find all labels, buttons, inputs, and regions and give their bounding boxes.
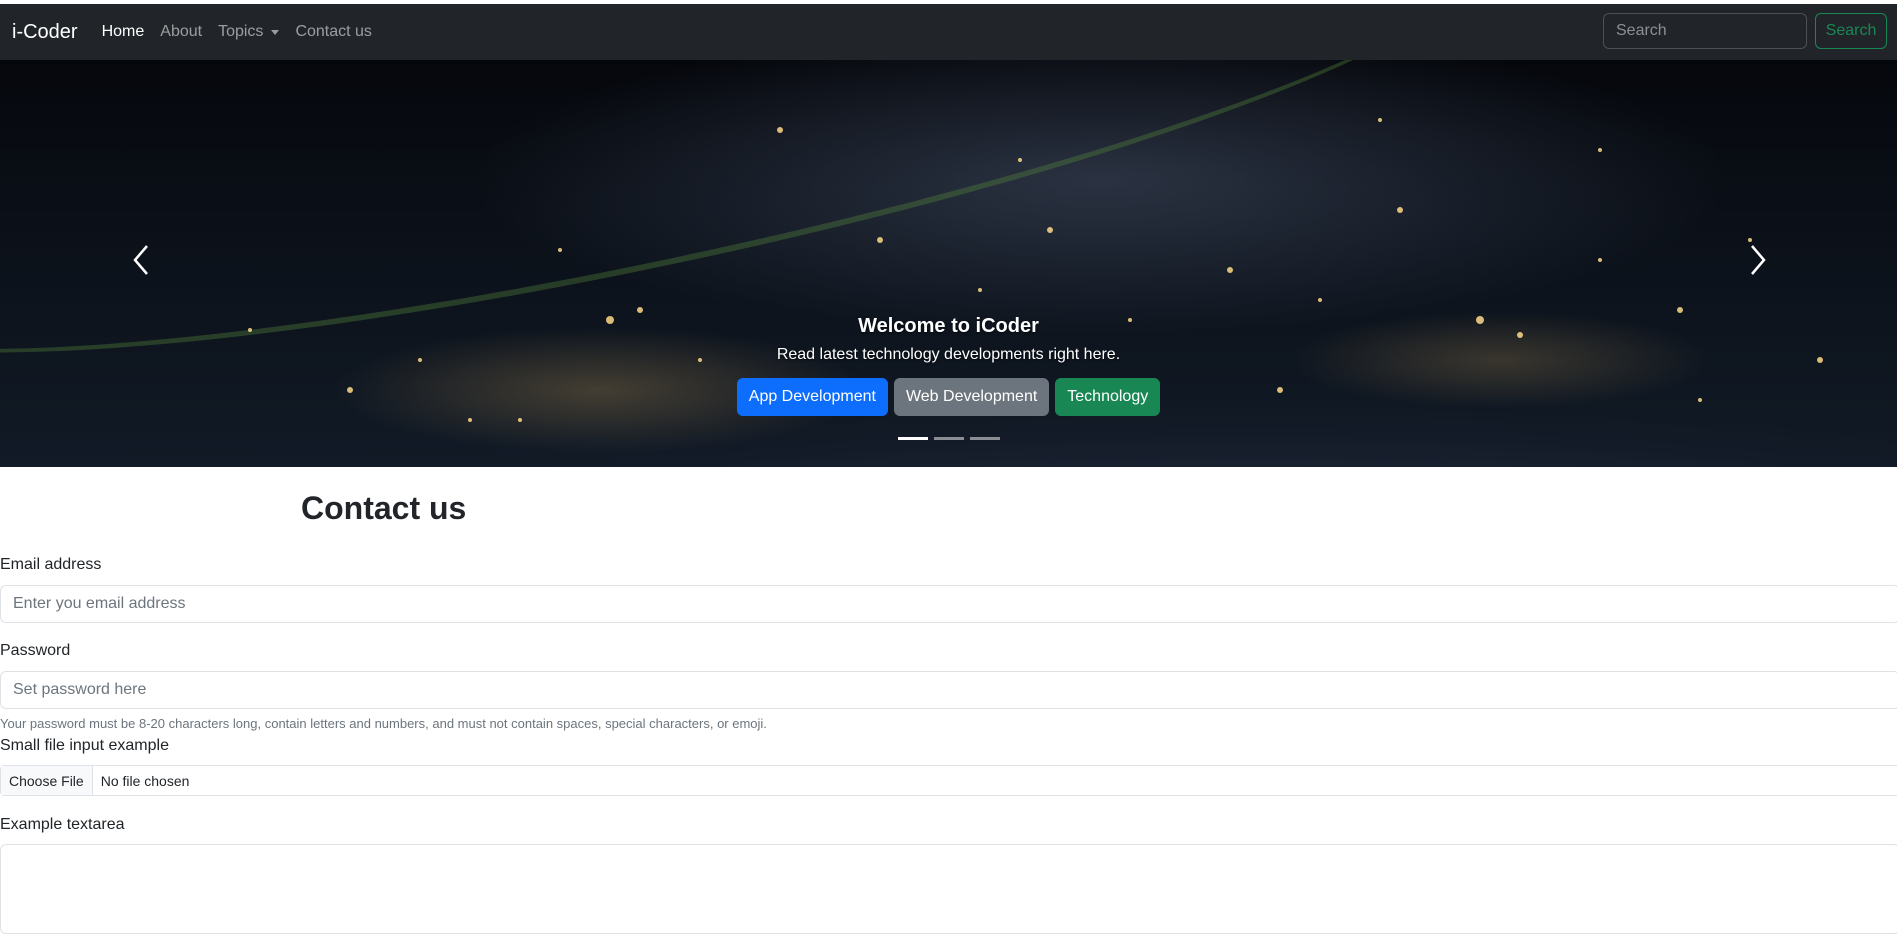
search-input[interactable] [1603, 13, 1807, 49]
nav-dropdown-topics-label: Topics [218, 23, 264, 40]
technology-button[interactable]: Technology [1055, 378, 1161, 416]
nav-link-home[interactable]: Home [102, 23, 145, 41]
caption-text: Read latest technology developments righ… [776, 346, 1121, 363]
hero-carousel: Welcome to iCoder Read latest technology… [0, 60, 1897, 467]
file-input[interactable]: Choose File No file chosen [0, 765, 1897, 796]
nav-links: Home About Topics Contact us [102, 23, 388, 41]
contact-title: Contact us [301, 490, 467, 526]
carousel-indicator-3[interactable] [969, 437, 1000, 440]
search-button[interactable]: Search [1815, 13, 1887, 49]
carousel-indicator-2[interactable] [933, 437, 964, 440]
caption-title: Welcome to iCoder [858, 315, 1039, 337]
choose-file-button[interactable]: Choose File [1, 766, 93, 795]
password-field[interactable] [0, 671, 1897, 709]
file-input-label: Small file input example [0, 737, 169, 754]
nav-link-about[interactable]: About [160, 23, 202, 41]
carousel-next-button[interactable] [1737, 235, 1777, 285]
app-development-button[interactable]: App Development [736, 378, 888, 416]
carousel-caption: Welcome to iCoder Read latest technology… [0, 315, 1897, 416]
chevron-left-icon [133, 245, 148, 275]
carousel-indicator-1[interactable] [897, 437, 928, 440]
chevron-right-icon [1751, 245, 1766, 275]
carousel-prev-button[interactable] [122, 235, 162, 285]
file-status: No file chosen [100, 772, 190, 789]
message-textarea[interactable] [0, 844, 1897, 934]
caption-buttons: App Development Web Development Technolo… [0, 378, 1897, 416]
textarea-label: Example textarea [0, 816, 125, 833]
password-label: Password [0, 642, 71, 659]
nav-link-contact[interactable]: Contact us [295, 23, 371, 41]
email-label: Email address [0, 556, 102, 573]
web-development-button[interactable]: Web Development [893, 378, 1050, 416]
caret-down-icon [271, 29, 280, 35]
email-field[interactable] [0, 585, 1897, 623]
brand-logo[interactable]: i-Coder [12, 21, 78, 44]
password-help-text: Your password must be 8-20 characters lo… [0, 716, 767, 731]
carousel-indicators [0, 437, 1897, 440]
nav-dropdown-topics[interactable]: Topics [218, 23, 280, 41]
search-form: Search [1603, 13, 1887, 49]
navbar: i-Coder Home About Topics Contact us Sea… [0, 4, 1897, 60]
